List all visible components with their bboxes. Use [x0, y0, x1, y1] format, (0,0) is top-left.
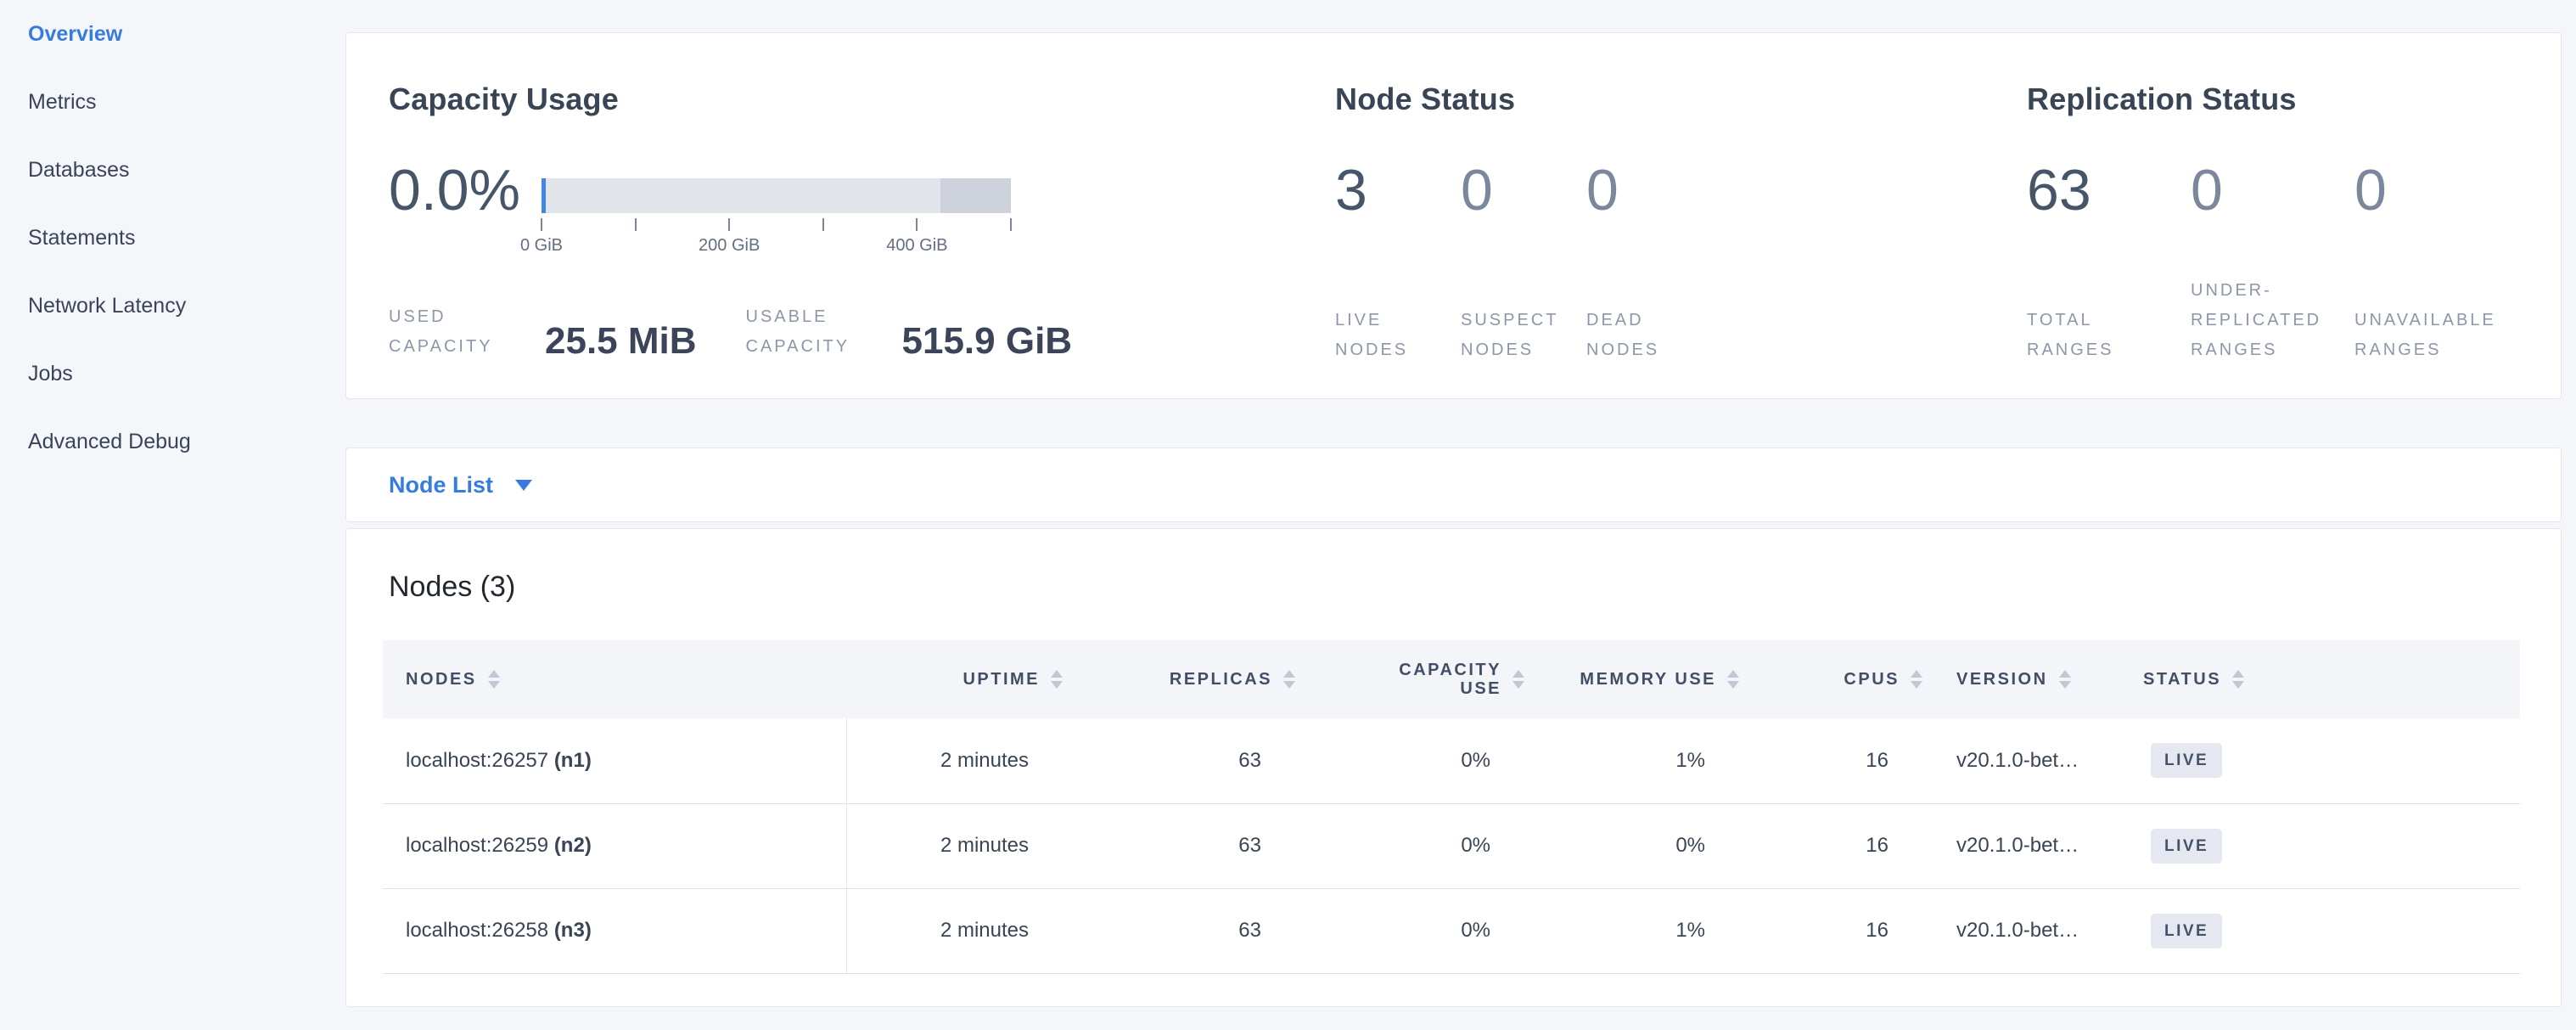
replication-status-title: Replication Status	[2027, 82, 2518, 117]
chevron-down-icon	[515, 480, 532, 491]
suspect-nodes-stat: 0 Suspect Nodes	[1461, 161, 1586, 365]
capacity-gauge-axis: 0 GiB 200 GiB 400 GiB	[542, 236, 1011, 256]
nodes-table-title: Nodes (3)	[383, 570, 2524, 604]
capacity-used-percent: 0.0%	[389, 158, 520, 222]
sort-icon	[1051, 670, 1063, 689]
column-header-status[interactable]: Status	[2143, 640, 2520, 718]
live-nodes-count: 3	[1335, 161, 1461, 219]
usable-capacity-stat: Usable Capacity 515.9 GiB	[746, 302, 1073, 362]
under-replicated-ranges-count: 0	[2191, 161, 2354, 219]
sidebar-item-statements[interactable]: Statements	[28, 204, 345, 272]
unavailable-ranges-stat: 0 Unavailable Ranges	[2354, 161, 2518, 365]
memory-use-cell: 0%	[1524, 803, 1739, 888]
node-address-cell: localhost:26259 (n2)	[383, 803, 846, 888]
sort-icon	[1911, 670, 1922, 689]
table-row: localhost:26259 (n2) 2 minutes 63 0% 0% …	[383, 803, 2520, 888]
status-cell: LIVE	[2143, 803, 2520, 888]
nodes-table-card: Nodes (3) Nodes Uptime Rep	[345, 528, 2562, 1007]
capacity-use-cell: 0%	[1295, 888, 1524, 973]
node-address-cell: localhost:26258 (n3)	[383, 888, 846, 973]
status-badge: LIVE	[2151, 743, 2222, 778]
capacity-gauge-used-bar	[542, 178, 546, 213]
cpus-cell: 16	[1739, 718, 1922, 803]
sidebar-item-overview[interactable]: Overview	[28, 0, 345, 68]
used-capacity-value: 25.5 MiB	[545, 323, 697, 360]
table-row: localhost:26258 (n3) 2 minutes 63 0% 1% …	[383, 888, 2520, 973]
dead-nodes-count: 0	[1586, 161, 1712, 219]
total-ranges-stat: 63 Total Ranges	[2027, 161, 2191, 365]
memory-use-cell: 1%	[1524, 888, 1739, 973]
sidebar-item-network-latency[interactable]: Network Latency	[28, 272, 345, 340]
capacity-use-cell: 0%	[1295, 803, 1524, 888]
status-cell: LIVE	[2143, 718, 2520, 803]
main-content: Capacity Usage 0.0%	[345, 0, 2576, 1030]
sort-icon	[1283, 670, 1295, 689]
sort-icon	[488, 670, 500, 689]
capacity-gauge-ticks	[542, 218, 1011, 233]
sidebar-item-jobs[interactable]: Jobs	[28, 340, 345, 408]
view-selector-card: Node List	[345, 447, 2562, 522]
node-status-panel: Node Status 3 Live Nodes 0 Suspect	[1335, 82, 2027, 362]
capacity-use-cell: 0%	[1295, 718, 1524, 803]
dead-nodes-stat: 0 Dead Nodes	[1586, 161, 1712, 365]
view-selector-label: Node List	[389, 472, 493, 498]
used-capacity-stat: Used Capacity 25.5 MiB	[389, 302, 697, 362]
nodes-table: Nodes Uptime Replicas Capacity	[383, 640, 2520, 974]
column-header-uptime[interactable]: Uptime	[846, 640, 1063, 718]
replicas-cell: 63	[1063, 888, 1295, 973]
capacity-gauge-chart: 0 GiB 200 GiB 400 GiB	[542, 178, 1011, 256]
memory-use-cell: 1%	[1524, 718, 1739, 803]
version-cell: v20.1.0-bet…	[1922, 718, 2143, 803]
replicas-cell: 63	[1063, 718, 1295, 803]
uptime-cell: 2 minutes	[846, 803, 1063, 888]
node-status-title: Node Status	[1335, 82, 2027, 117]
sort-icon	[2059, 670, 2071, 689]
sidebar-item-metrics[interactable]: Metrics	[28, 68, 345, 136]
axis-label-0gib: 0 GiB	[520, 236, 563, 256]
suspect-nodes-count: 0	[1461, 161, 1586, 219]
cpus-cell: 16	[1739, 888, 1922, 973]
uptime-cell: 2 minutes	[846, 718, 1063, 803]
under-replicated-ranges-stat: 0 Under- Replicated Ranges	[2191, 161, 2354, 365]
capacity-usage-panel: Capacity Usage 0.0%	[389, 82, 1335, 362]
cluster-summary-card: Capacity Usage 0.0%	[345, 32, 2562, 399]
sort-icon	[1512, 670, 1524, 689]
axis-label-400gib: 400 GiB	[886, 236, 947, 256]
status-cell: LIVE	[2143, 888, 2520, 973]
table-header-row: Nodes Uptime Replicas Capacity	[383, 640, 2520, 718]
node-address-cell: localhost:26257 (n1)	[383, 718, 846, 803]
capacity-gauge-reserved-bar	[940, 178, 1011, 213]
sidebar-item-databases[interactable]: Databases	[28, 136, 345, 204]
axis-label-200gib: 200 GiB	[699, 236, 760, 256]
version-cell: v20.1.0-bet…	[1922, 803, 2143, 888]
capacity-gauge-track	[542, 178, 1011, 213]
sort-icon	[1727, 670, 1739, 689]
live-nodes-stat: 3 Live Nodes	[1335, 161, 1461, 365]
version-cell: v20.1.0-bet…	[1922, 888, 2143, 973]
uptime-cell: 2 minutes	[846, 888, 1063, 973]
sidebar: Overview Metrics Databases Statements Ne…	[0, 0, 345, 1030]
replication-status-panel: Replication Status 63 Total Ranges 0 Und…	[2027, 82, 2518, 362]
column-header-cpus[interactable]: CPUs	[1739, 640, 1922, 718]
total-ranges-count: 63	[2027, 161, 2191, 219]
column-header-memory-use[interactable]: Memory Use	[1524, 640, 1739, 718]
unavailable-ranges-count: 0	[2354, 161, 2518, 219]
replicas-cell: 63	[1063, 803, 1295, 888]
column-header-replicas[interactable]: Replicas	[1063, 640, 1295, 718]
sidebar-item-advanced-debug[interactable]: Advanced Debug	[28, 408, 345, 476]
view-selector-dropdown[interactable]: Node List	[389, 472, 532, 498]
column-header-version[interactable]: Version	[1922, 640, 2143, 718]
table-row: localhost:26257 (n1) 2 minutes 63 0% 1% …	[383, 718, 2520, 803]
column-header-nodes[interactable]: Nodes	[383, 640, 846, 718]
column-header-capacity-use[interactable]: Capacity Use	[1295, 640, 1524, 718]
status-badge: LIVE	[2151, 914, 2222, 948]
capacity-usage-title: Capacity Usage	[389, 82, 1335, 117]
usable-capacity-value: 515.9 GiB	[902, 323, 1073, 360]
cpus-cell: 16	[1739, 803, 1922, 888]
status-badge: LIVE	[2151, 829, 2222, 864]
sort-icon	[2232, 670, 2244, 689]
